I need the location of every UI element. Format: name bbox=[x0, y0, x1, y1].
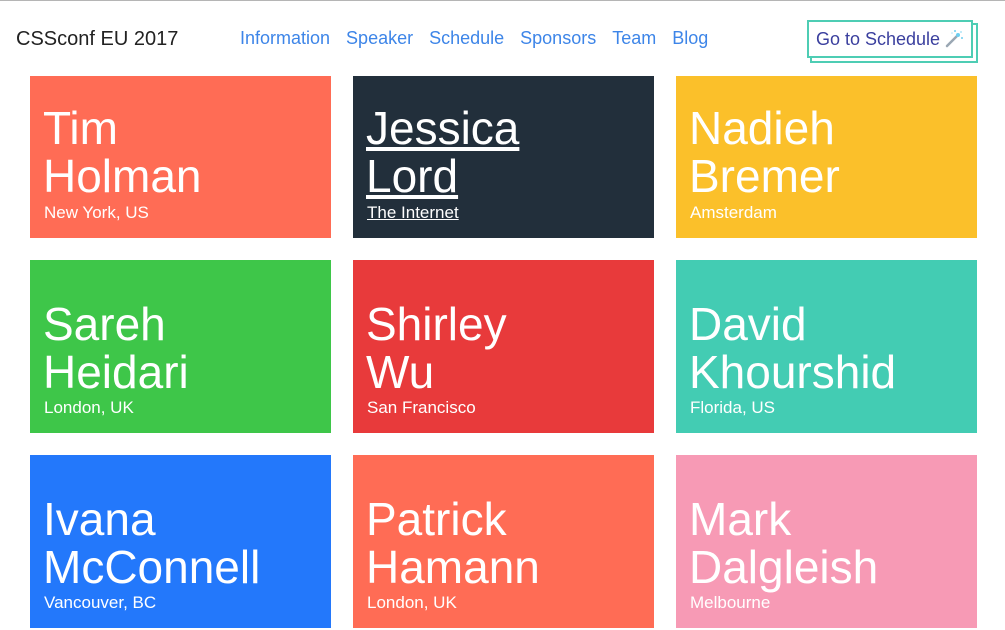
speaker-name: Patrick Hamann bbox=[366, 495, 654, 591]
speaker-last-name: Lord bbox=[366, 150, 459, 202]
speaker-location: Vancouver, BC bbox=[44, 593, 157, 612]
speaker-first-name: David bbox=[689, 298, 807, 350]
nav-blog[interactable]: Blog bbox=[672, 28, 708, 48]
speaker-first-name: Mark bbox=[689, 493, 792, 545]
speaker-name: Ivana McConnell bbox=[43, 495, 331, 591]
speaker-location: New York, US bbox=[44, 203, 149, 222]
speaker-location: San Francisco bbox=[367, 398, 476, 417]
speaker-location: London, UK bbox=[44, 398, 134, 417]
speaker-last-name: Holman bbox=[43, 150, 202, 202]
speaker-last-name: Hamann bbox=[366, 541, 540, 593]
speaker-first-name: Ivana bbox=[43, 493, 156, 545]
speaker-card[interactable]: Jessica Lord The Internet bbox=[353, 76, 654, 238]
nav-schedule[interactable]: Schedule bbox=[429, 28, 504, 48]
site-title[interactable]: CSSconf EU 2017 bbox=[16, 28, 178, 51]
speaker-last-name: Bremer bbox=[689, 150, 840, 202]
go-to-schedule-button[interactable]: Go to Schedule bbox=[807, 20, 973, 58]
nav-sponsors[interactable]: Sponsors bbox=[520, 28, 596, 48]
speaker-name: Mark Dalgleish bbox=[689, 495, 977, 591]
go-to-schedule-label: Go to Schedule bbox=[815, 28, 941, 49]
speaker-first-name: Tim bbox=[43, 102, 118, 154]
speaker-card[interactable]: Patrick Hamann London, UK bbox=[353, 455, 654, 628]
speaker-card[interactable]: Sareh Heidari London, UK bbox=[30, 260, 331, 433]
speaker-location: Florida, US bbox=[690, 398, 776, 417]
speaker-location: The Internet bbox=[367, 203, 459, 222]
speaker-name: Tim Holman bbox=[43, 104, 331, 200]
speaker-last-name: McConnell bbox=[43, 541, 261, 593]
speaker-first-name: Shirley bbox=[366, 298, 507, 350]
speaker-location: Melbourne bbox=[690, 593, 771, 612]
speaker-card[interactable]: Tim Holman New York, US bbox=[30, 76, 331, 238]
speaker-first-name: Nadieh bbox=[689, 102, 835, 154]
speaker-name: Sareh Heidari bbox=[43, 300, 331, 396]
speaker-last-name: Khourshid bbox=[689, 346, 897, 398]
speaker-first-name: Patrick bbox=[366, 493, 507, 545]
main-nav: Information Speaker Schedule Sponsors Te… bbox=[240, 28, 708, 48]
speaker-name: David Khourshid bbox=[689, 300, 977, 396]
speaker-card[interactable]: Nadieh Bremer Amsterdam bbox=[676, 76, 977, 238]
speaker-name: Jessica Lord bbox=[366, 104, 654, 200]
speaker-card[interactable]: Shirley Wu San Francisco bbox=[353, 260, 654, 433]
speaker-name: Shirley Wu bbox=[366, 300, 654, 396]
speaker-first-name: Sareh bbox=[43, 298, 166, 350]
speaker-location: London, UK bbox=[367, 593, 457, 612]
nav-team[interactable]: Team bbox=[612, 28, 656, 48]
speaker-card[interactable]: David Khourshid Florida, US bbox=[676, 260, 977, 433]
speaker-card[interactable]: Mark Dalgleish Melbourne bbox=[676, 455, 977, 628]
speaker-card[interactable]: Ivana McConnell Vancouver, BC bbox=[30, 455, 331, 628]
speaker-last-name: Dalgleish bbox=[689, 541, 879, 593]
speaker-last-name: Wu bbox=[366, 346, 435, 398]
speaker-last-name: Heidari bbox=[43, 346, 189, 398]
speaker-location: Amsterdam bbox=[690, 203, 777, 222]
speaker-first-name: Jessica bbox=[366, 102, 520, 154]
site-header: CSSconf EU 2017 Information Speaker Sche… bbox=[0, 1, 1005, 75]
magic-wand-icon bbox=[944, 29, 964, 49]
speaker-name: Nadieh Bremer bbox=[689, 104, 977, 200]
nav-speaker[interactable]: Speaker bbox=[346, 28, 413, 48]
nav-information[interactable]: Information bbox=[240, 28, 330, 48]
